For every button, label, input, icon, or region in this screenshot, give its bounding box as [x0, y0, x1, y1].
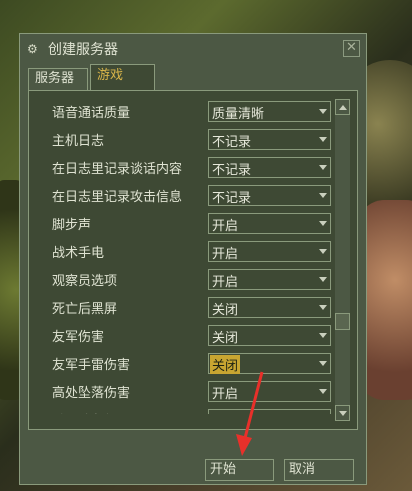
setting-label: 语音通话质量: [52, 106, 131, 121]
game-settings-panel: 语音通话质量 质量清晰 主机日志 不记录 在日志里记录谈话内容 不记录 在日志里记录攻击信息…: [28, 90, 358, 430]
scroll-up-button[interactable]: [335, 99, 350, 115]
chevron-down-icon: [319, 333, 327, 338]
window-title: 创建服务器: [48, 42, 118, 58]
setting-row: 观察员选项 开启: [37, 266, 333, 294]
chevron-down-icon: [319, 221, 327, 226]
setting-value: 不记录: [212, 135, 252, 150]
setting-dropdown[interactable]: 开启: [208, 241, 331, 262]
setting-label: 主机日志: [52, 134, 105, 149]
scroll-down-button[interactable]: [335, 405, 350, 421]
setting-label: 死亡后黑屏: [52, 302, 118, 317]
chevron-down-icon: [319, 109, 327, 114]
chevron-down-icon: [319, 249, 327, 254]
setting-row: 死亡后黑屏 关闭: [37, 294, 333, 322]
cancel-button[interactable]: 取消: [284, 459, 354, 481]
setting-row: 友军伤害 关闭: [37, 322, 333, 350]
setting-value: 关闭: [212, 411, 238, 414]
setting-label: 脚步声: [52, 218, 92, 233]
setting-row: 主机日志 不记录: [37, 126, 333, 154]
scroll-thumb[interactable]: [335, 313, 350, 330]
setting-value: 开启: [212, 275, 239, 290]
setting-label: 战术手电: [52, 246, 105, 261]
tab-server[interactable]: 服务器: [28, 68, 88, 90]
setting-row: 脚步声 开启: [37, 210, 333, 238]
setting-label: 高处坠落伤害: [52, 386, 131, 401]
setting-label: 在日志里记录攻击信息: [52, 190, 183, 205]
setting-dropdown[interactable]: 不记录: [208, 185, 331, 206]
setting-value: 不记录: [212, 163, 252, 178]
setting-row: 杀死队友惩罚 关闭: [37, 406, 333, 414]
setting-label: 观察员选项: [52, 274, 118, 289]
setting-row: 在日志里记录攻击信息 不记录: [37, 182, 333, 210]
chevron-down-icon: [319, 137, 327, 142]
tab-game[interactable]: 游戏: [90, 64, 155, 90]
setting-value: 质量清晰: [212, 107, 265, 122]
setting-label: 友军伤害: [52, 330, 105, 345]
setting-dropdown[interactable]: 开启: [208, 213, 331, 234]
chevron-down-icon: [319, 165, 327, 170]
steam-icon: ⚙: [27, 42, 38, 56]
setting-label: 友军手雷伤害: [52, 358, 131, 373]
setting-value: 关闭: [212, 331, 239, 346]
setting-dropdown[interactable]: 关闭: [208, 353, 331, 374]
setting-row: 在日志里记录谈话内容 不记录: [37, 154, 333, 182]
chevron-down-icon: [319, 305, 327, 310]
setting-dropdown[interactable]: 不记录: [208, 129, 331, 150]
start-button[interactable]: 开始: [205, 459, 274, 481]
setting-value: 不记录: [212, 191, 252, 206]
chevron-down-icon: [319, 389, 327, 394]
setting-value: 关闭: [212, 303, 239, 318]
close-button[interactable]: ✕: [343, 40, 360, 57]
setting-dropdown[interactable]: 开启: [208, 269, 331, 290]
title-bar: ⚙ 创建服务器 ✕: [20, 34, 366, 64]
setting-value: 开启: [212, 387, 239, 402]
setting-row: 战术手电 开启: [37, 238, 333, 266]
settings-list: 语音通话质量 质量清晰 主机日志 不记录 在日志里记录谈话内容 不记录 在日志里记录攻击信息…: [37, 98, 333, 414]
setting-row: 友军手雷伤害 关闭: [37, 350, 333, 378]
setting-value: 开启: [212, 219, 239, 234]
setting-dropdown[interactable]: 质量清晰: [208, 101, 331, 122]
chevron-down-icon: [319, 361, 327, 366]
create-server-dialog: ⚙ 创建服务器 ✕ 服务器 游戏 语音通话质量 质量清晰 主机日志 不记录 在日志里记录…: [19, 33, 367, 485]
setting-row: 语音通话质量 质量清晰: [37, 98, 333, 126]
scrollbar[interactable]: [335, 99, 350, 421]
setting-value: 关闭: [210, 355, 241, 374]
setting-dropdown[interactable]: 开启: [208, 381, 331, 402]
setting-dropdown[interactable]: 关闭: [208, 325, 331, 346]
setting-row: 高处坠落伤害 开启: [37, 378, 333, 406]
setting-value: 开启: [212, 247, 239, 262]
setting-label: 在日志里记录谈话内容: [52, 162, 183, 177]
chevron-down-icon: [319, 277, 327, 282]
setting-dropdown[interactable]: 不记录: [208, 157, 331, 178]
setting-label: 杀死队友惩罚: [52, 410, 130, 414]
setting-dropdown[interactable]: 关闭: [208, 297, 331, 318]
chevron-down-icon: [319, 193, 327, 198]
setting-dropdown[interactable]: 关闭: [208, 409, 331, 414]
